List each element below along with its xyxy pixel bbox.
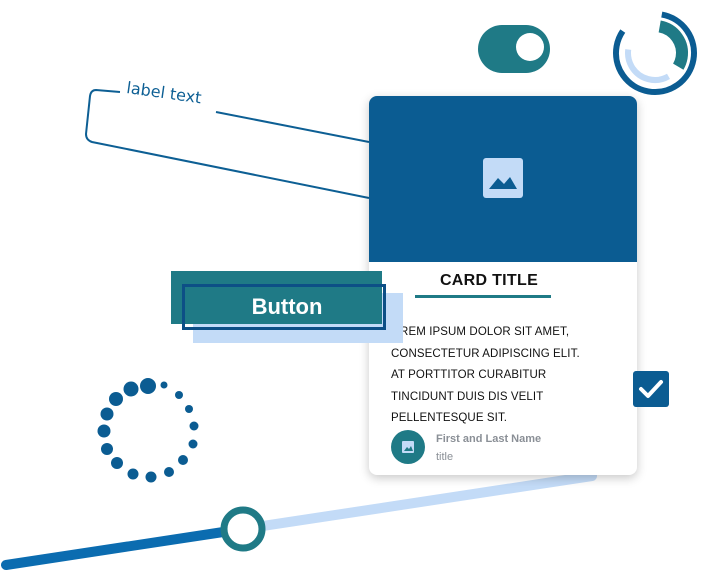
- range-slider[interactable]: [1, 471, 597, 570]
- slider-track-inactive: [238, 471, 597, 534]
- checkbox[interactable]: [633, 371, 669, 407]
- author-title: title: [436, 451, 454, 463]
- dotted-spinner-icon: [97, 378, 199, 483]
- label-connector: [84, 88, 370, 199]
- primary-button[interactable]: Button: [182, 284, 392, 330]
- content-card: CARD TITLE OREM IPSUM DOLOR SIT AMET, CO…: [369, 96, 637, 475]
- card-title: CARD TITLE: [439, 272, 539, 289]
- toggle-knob: [516, 33, 544, 61]
- card-title-underline: [415, 295, 551, 298]
- slider-track-active: [1, 524, 248, 570]
- card-media: [369, 96, 637, 262]
- slider-thumb[interactable]: [220, 506, 266, 552]
- image-icon: [402, 441, 414, 453]
- avatar: [391, 430, 425, 464]
- author-name: First and Last Name: [436, 433, 542, 445]
- image-icon: [483, 158, 523, 198]
- circular-progress-icon: [613, 11, 697, 95]
- check-icon: [639, 380, 663, 398]
- card-body-text: OREM IPSUM DOLOR SIT AMET, CONSECTETUR A…: [391, 326, 580, 424]
- toggle-switch[interactable]: [478, 25, 550, 73]
